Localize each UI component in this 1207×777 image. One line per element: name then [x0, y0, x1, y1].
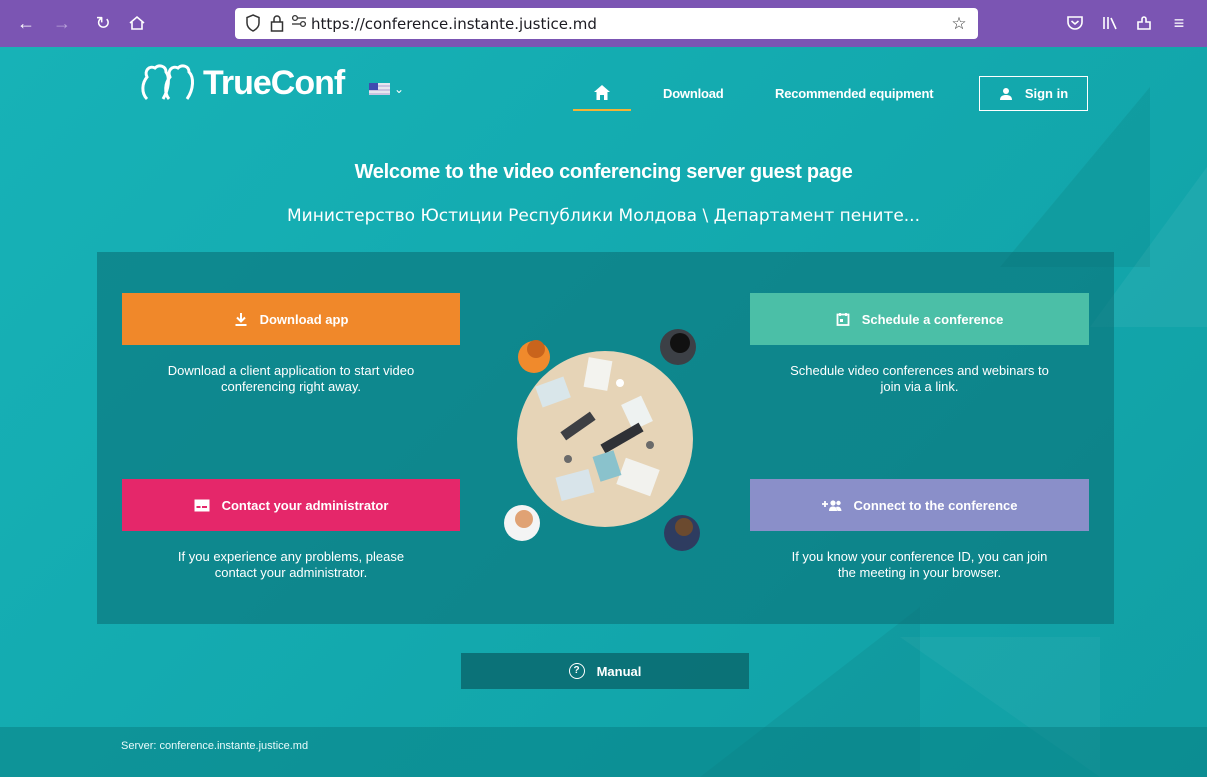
description-line: join via a link.: [880, 379, 959, 394]
footer: Server: conference.instante.justice.md: [0, 727, 1207, 777]
description-line: Schedule video conferences and webinars …: [790, 363, 1049, 378]
contact-administrator-button[interactable]: Contact your administrator: [122, 479, 460, 531]
contact-administrator-description: If you experience any problems, please c…: [122, 549, 460, 581]
connect-conference-label: Connect to the conference: [853, 497, 1018, 513]
page-title: Welcome to the video conferencing server…: [354, 161, 853, 183]
download-app-label: Download app: [259, 311, 349, 327]
description-line: If you know your conference ID, you can …: [791, 549, 1048, 564]
connect-conference-button[interactable]: Connect to the conference: [750, 479, 1089, 531]
browser-toolbar: ← → ↻ https://conference.instante.justic…: [0, 0, 1207, 47]
description-line: the meeting in your browser.: [837, 565, 1002, 580]
lock-icon[interactable]: [267, 14, 287, 34]
pocket-icon[interactable]: [1063, 11, 1087, 35]
contact-administrator-label: Contact your administrator: [221, 497, 389, 513]
description-line: contact your administrator.: [214, 565, 368, 580]
star-icon[interactable]: ☆: [948, 13, 970, 35]
reload-icon[interactable]: ↻: [91, 11, 115, 35]
organization-name: Министерство Юстиции Республики Молдова …: [287, 206, 920, 226]
url-text[interactable]: https://conference.instante.justice.md: [311, 15, 597, 33]
trueconf-logo[interactable]: TrueConf: [139, 61, 345, 105]
guest-page: TrueConf ⌄ Download Recommended equipmen…: [0, 47, 1207, 777]
download-icon: [235, 313, 247, 326]
sign-in-button[interactable]: Sign in: [979, 76, 1088, 111]
sign-in-label: Sign in: [1024, 86, 1069, 101]
forward-arrow-icon[interactable]: →: [50, 11, 74, 35]
calendar-icon: [836, 313, 850, 326]
language-selector[interactable]: ⌄: [369, 83, 404, 95]
download-app-description: Download a client application to start v…: [122, 363, 460, 395]
menu-icon[interactable]: ≡: [1167, 11, 1191, 35]
home-icon[interactable]: [125, 11, 149, 35]
trueconf-logo-icon: [141, 64, 194, 101]
user-icon: [999, 87, 1012, 100]
logo-text: TrueConf: [203, 63, 345, 102]
download-app-button[interactable]: Download app: [122, 293, 460, 345]
nav-recommended-equipment[interactable]: Recommended equipment: [775, 86, 934, 101]
nav-home[interactable]: [573, 77, 631, 111]
help-icon: ?: [568, 663, 585, 679]
description-line: If you experience any problems, please: [177, 549, 405, 564]
manual-button[interactable]: ? Manual: [461, 653, 749, 689]
description-line: conferencing right away.: [221, 379, 361, 394]
library-icon[interactable]: [1098, 11, 1122, 35]
extensions-icon[interactable]: [1132, 11, 1156, 35]
back-arrow-icon[interactable]: ←: [14, 11, 38, 35]
nav-download[interactable]: Download: [663, 86, 724, 101]
description-line: Download a client application to start v…: [167, 363, 415, 378]
add-participants-icon: [821, 499, 842, 511]
schedule-conference-label: Schedule a conference: [861, 311, 1004, 327]
url-bar[interactable]: https://conference.instante.justice.md ☆: [235, 8, 978, 39]
schedule-conference-description: Schedule video conferences and webinars …: [750, 363, 1089, 395]
manual-label: Manual: [596, 663, 642, 679]
chevron-down-icon: ⌄: [394, 82, 405, 96]
contact-card-icon: [194, 499, 210, 511]
home-icon: [594, 85, 610, 100]
schedule-conference-button[interactable]: Schedule a conference: [750, 293, 1089, 345]
meeting-table-illustration: [504, 329, 700, 551]
shield-icon[interactable]: [243, 14, 263, 34]
connect-conference-description: If you know your conference ID, you can …: [750, 549, 1089, 581]
permissions-icon[interactable]: [289, 14, 309, 34]
us-flag-icon: [369, 83, 390, 95]
server-info: Server: conference.instante.justice.md: [121, 740, 309, 752]
